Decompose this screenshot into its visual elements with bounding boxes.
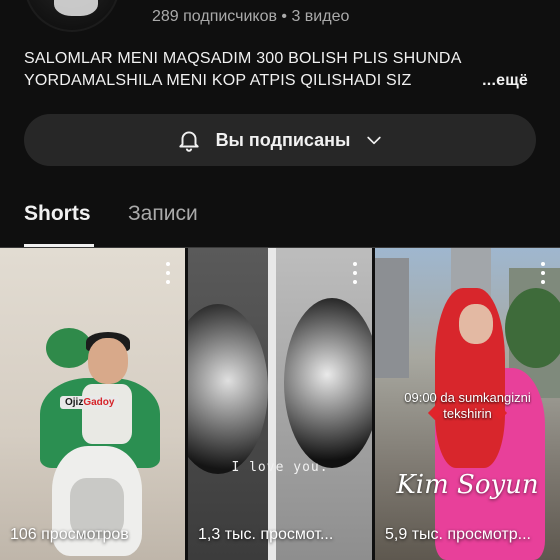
short-card[interactable]: I love you. 1,3 тыс. просмот... [188,248,372,560]
short-card[interactable]: 09:00 da sumkangizni tekshirin Kim Soyun… [375,248,560,560]
more-options-icon[interactable] [540,262,546,284]
thumbnail-figure [505,288,560,368]
tab-posts[interactable]: Записи [128,202,198,226]
short-views: 5,9 тыс. просмотр... [385,526,531,543]
short-thumbnail [375,258,409,378]
channel-stats: 289 подписчиков • 3 видео [152,8,350,25]
more-options-icon[interactable] [165,262,171,284]
thumbnail-figure [284,298,372,468]
more-options-icon[interactable] [352,262,358,284]
heart-icon [428,405,443,421]
heart-icon [492,405,507,421]
channel-tabs: Shorts Записи [0,188,560,248]
thumbnail-figure [268,248,276,560]
short-views: 1,3 тыс. просмот... [198,526,334,543]
subscribed-button[interactable]: Вы подписаны [24,114,536,166]
bell-icon [176,127,202,153]
description-line-1: SALOMLAR MENI MAQSADIM 300 BOLISH PLIS S… [24,50,462,67]
thumbnail-overlay-text: I love you. [231,460,329,475]
thumbnail-figure [82,384,132,444]
short-card[interactable]: OjizGadoy 106 просмотров [0,248,185,560]
thumbnail-figure [88,338,128,384]
description-more-link[interactable]: ...ещё [468,70,528,92]
channel-description[interactable]: SALOMLAR MENI MAQSADIM 300 BOLISH PLIS S… [24,48,534,92]
thumbnail-overlay-text: 09:00 da sumkangizni tekshirin [404,390,531,421]
thumbnail-figure [459,304,493,344]
description-line-2: YORDAMALSHILA MENI KOP ATPIS QILISHADI S… [24,72,412,89]
thumbnail-overlay-text: OjizGadoy [60,396,120,409]
channel-avatar[interactable] [24,0,120,32]
tab-shorts[interactable]: Shorts [24,202,91,226]
short-views: 106 просмотров [10,526,129,543]
subscribed-label: Вы подписаны [215,129,351,150]
chevron-down-icon [364,130,384,150]
shorts-grid: OjizGadoy 106 просмотров I love you. 1,3… [0,248,560,560]
thumbnail-script-text: Kim Soyun [396,470,539,500]
